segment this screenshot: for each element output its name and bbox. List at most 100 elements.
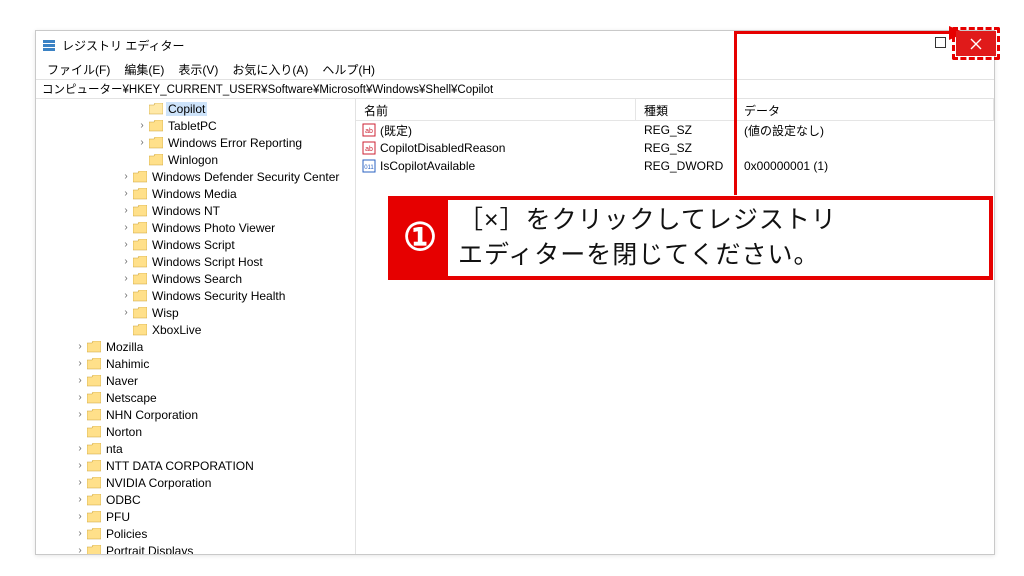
tree-node[interactable]: Norton <box>38 423 355 440</box>
tree-node[interactable]: ›ODBC <box>38 491 355 508</box>
expander-icon[interactable]: › <box>120 290 132 301</box>
expander-icon[interactable]: › <box>74 392 86 403</box>
folder-icon <box>149 154 163 166</box>
expander-icon[interactable]: › <box>74 511 86 522</box>
expander-icon[interactable]: › <box>74 460 86 471</box>
tree-node-label: nta <box>104 442 125 456</box>
tree-node[interactable]: ›NHN Corporation <box>38 406 355 423</box>
expander-icon[interactable]: › <box>74 528 86 539</box>
folder-icon <box>87 443 101 455</box>
tree-node[interactable]: › Portrait Displays <box>38 542 355 554</box>
tree-node[interactable]: ›Nahimic <box>38 355 355 372</box>
tree-node-label: Portrait Displays <box>104 544 195 555</box>
instruction-callout: ① ［×］をクリックしてレジストリ エディターを閉じてください。 <box>388 196 993 280</box>
menu-edit[interactable]: 編集(E) <box>117 60 171 79</box>
value-row[interactable]: ab CopilotDisabledReason REG_SZ <box>356 139 994 157</box>
col-header-type[interactable]: 種類 <box>636 99 736 120</box>
tree-node[interactable]: ›Windows Security Health <box>38 287 355 304</box>
value-row[interactable]: ab(既定)REG_SZ(値の設定なし) <box>356 121 994 139</box>
list-body[interactable]: ab(既定)REG_SZ(値の設定なし)ab CopilotDisabledRea… <box>356 121 994 554</box>
tree-node[interactable]: › Netscape <box>38 389 355 406</box>
tree-node[interactable]: ›Windows Error Reporting <box>38 134 355 151</box>
expander-icon[interactable]: › <box>74 477 86 488</box>
address-bar[interactable]: コンピューター¥HKEY_CURRENT_USER¥Software¥Micro… <box>36 79 994 99</box>
tree-node[interactable]: ›NVIDIA Corporation <box>38 474 355 491</box>
tree-node[interactable]: Winlogon <box>38 151 355 168</box>
col-header-name[interactable]: 名前 <box>356 99 636 120</box>
maximize-button[interactable] <box>931 33 949 51</box>
folder-icon <box>87 460 101 472</box>
menu-file[interactable]: ファイル(F) <box>40 60 117 79</box>
instruction-number: ① <box>403 219 437 257</box>
expander-icon[interactable]: › <box>120 205 132 216</box>
expander-icon[interactable]: › <box>120 171 132 182</box>
expander-icon[interactable]: › <box>120 307 132 318</box>
expander-icon[interactable]: › <box>136 137 148 148</box>
tree-node-label: Windows Search <box>150 272 244 286</box>
tree-node[interactable]: › Policies <box>38 525 355 542</box>
value-row[interactable]: 011IsCopilotAvailableREG_DWORD0x00000001… <box>356 157 994 175</box>
expander-icon[interactable]: › <box>136 120 148 131</box>
tree-node[interactable]: ›Naver <box>38 372 355 389</box>
tree-node[interactable]: › Windows Script <box>38 236 355 253</box>
tree-node[interactable]: › Mozilla <box>38 338 355 355</box>
tree-node-label: Norton <box>104 425 144 439</box>
tree-node-label: Netscape <box>104 391 159 405</box>
folder-icon <box>133 290 147 302</box>
tree-node[interactable]: ›Windows Photo Viewer <box>38 219 355 236</box>
expander-icon[interactable]: › <box>74 443 86 454</box>
folder-icon <box>87 528 101 540</box>
tree-node[interactable]: › Windows Defender Security Center <box>38 168 355 185</box>
expander-icon[interactable]: › <box>120 222 132 233</box>
folder-icon <box>133 324 147 336</box>
tree-node-label: Windows Script Host <box>150 255 265 269</box>
expander-icon[interactable]: › <box>120 188 132 199</box>
col-header-data[interactable]: データ <box>736 99 994 120</box>
menu-view[interactable]: 表示(V) <box>171 60 225 79</box>
folder-icon <box>87 409 101 421</box>
tree-node-label: Windows Defender Security Center <box>150 170 341 184</box>
tree-node[interactable]: Copilot <box>38 100 355 117</box>
expander-icon[interactable]: › <box>74 409 86 420</box>
expander-icon[interactable]: › <box>74 341 86 352</box>
folder-icon <box>87 341 101 353</box>
tree-node[interactable]: ›PFU <box>38 508 355 525</box>
folder-icon <box>149 103 163 115</box>
tree-node[interactable]: ›TabletPC <box>38 117 355 134</box>
tree-node[interactable]: ›NTT DATA CORPORATION <box>38 457 355 474</box>
folder-icon <box>149 137 163 149</box>
folder-icon <box>133 256 147 268</box>
expander-icon[interactable]: › <box>74 375 86 386</box>
expander-icon[interactable]: › <box>120 256 132 267</box>
tree-node[interactable]: › Windows Search <box>38 270 355 287</box>
menu-help[interactable]: ヘルプ(H) <box>315 60 382 79</box>
svg-text:ab: ab <box>365 146 373 153</box>
instruction-text: ［×］をクリックしてレジストリ エディターを閉じてください。 <box>448 200 989 276</box>
tree-node-label: Windows Script <box>150 238 237 252</box>
folder-icon <box>87 477 101 489</box>
value-type: REG_SZ <box>636 123 736 137</box>
tree-node[interactable]: XboxLive <box>38 321 355 338</box>
regedit-window: レジストリ エディター ファイル(F) 編集(E) 表示(V) お気に入り(A)… <box>35 30 995 555</box>
expander-icon[interactable]: › <box>120 239 132 250</box>
tree-node[interactable]: › nta <box>38 440 355 457</box>
close-button[interactable] <box>956 31 996 56</box>
value-type: REG_DWORD <box>636 159 736 173</box>
folder-icon <box>87 392 101 404</box>
expander-icon[interactable]: › <box>74 545 86 554</box>
instruction-line2: エディターを閉じてください。 <box>458 238 981 273</box>
expander-icon[interactable]: › <box>74 358 86 369</box>
value-type: REG_SZ <box>636 141 736 155</box>
tree-node[interactable]: ›Wisp <box>38 304 355 321</box>
expander-icon[interactable]: › <box>120 273 132 284</box>
folder-icon <box>133 239 147 251</box>
menu-favorites[interactable]: お気に入り(A) <box>225 60 315 79</box>
tree-node[interactable]: ›Windows NT <box>38 202 355 219</box>
tree-node-label: Policies <box>104 527 149 541</box>
tree-node[interactable]: ›Windows Media <box>38 185 355 202</box>
tree-pane[interactable]: Copilot›TabletPC›Windows Error Reporting… <box>36 99 356 554</box>
tree-node-label: Mozilla <box>104 340 145 354</box>
tree-node[interactable]: › Windows Script Host <box>38 253 355 270</box>
value-name: CopilotDisabledReason <box>380 141 505 155</box>
expander-icon[interactable]: › <box>74 494 86 505</box>
